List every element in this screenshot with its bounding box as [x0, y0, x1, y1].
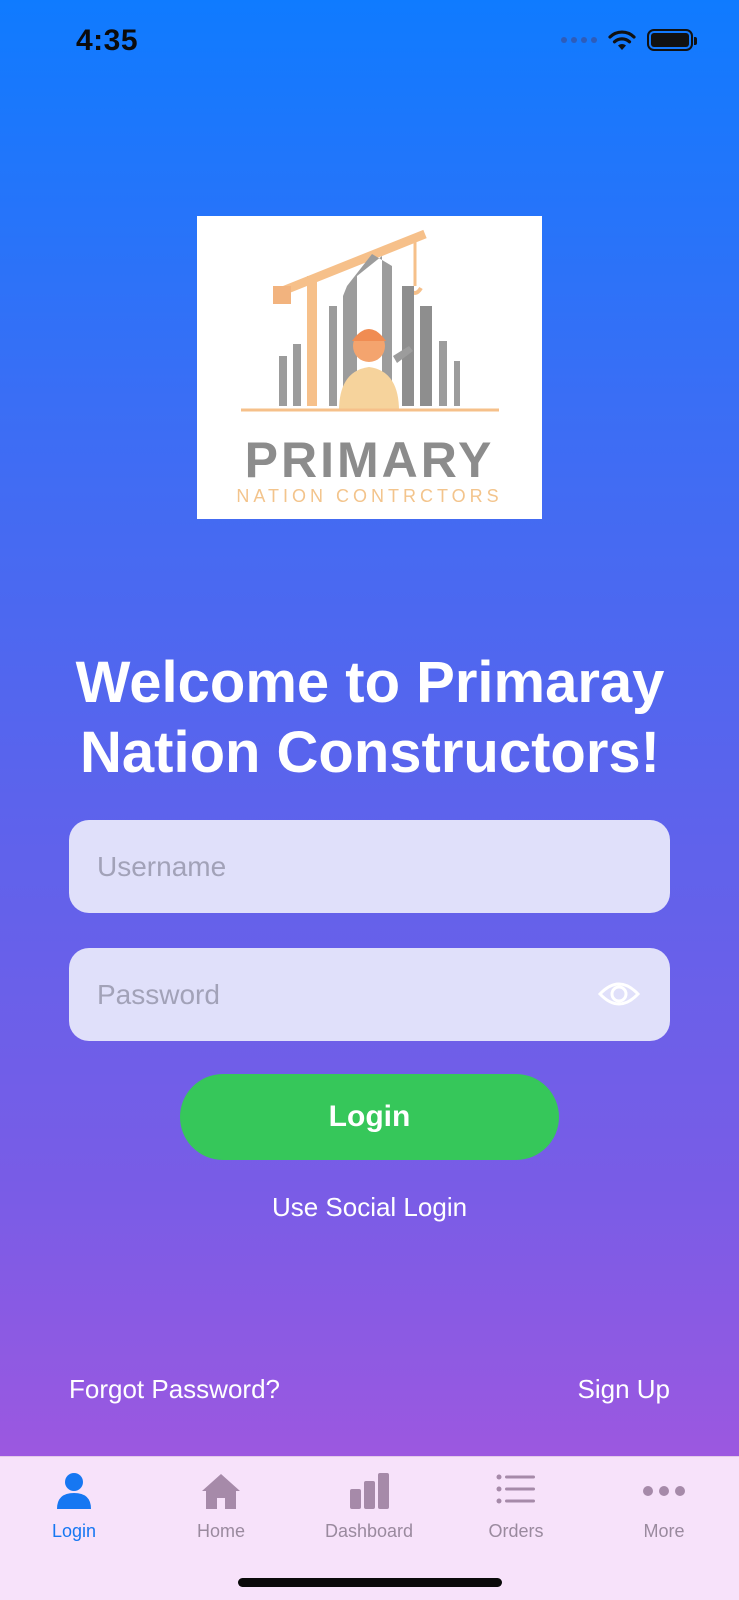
company-logo: PRIMARY NATION CONTRCTORS — [197, 216, 542, 519]
login-button[interactable]: Login — [180, 1074, 559, 1160]
eye-icon[interactable] — [598, 978, 640, 1010]
logo-tagline: NATION CONTRCTORS — [236, 486, 503, 506]
welcome-line-1: Welcome to Primaray — [75, 650, 665, 715]
tab-home[interactable]: Home — [161, 1469, 281, 1542]
tab-label: Home — [196, 1521, 245, 1541]
list-icon — [496, 1474, 535, 1504]
tab-more[interactable]: More — [604, 1469, 724, 1542]
battery-icon — [647, 29, 697, 51]
username-field[interactable] — [69, 820, 670, 913]
status-icons — [561, 28, 697, 52]
status-time: 4:35 — [76, 24, 139, 57]
password-input[interactable] — [69, 948, 670, 1041]
ellipsis-icon — [643, 1486, 685, 1496]
welcome-line-2: Nation Constructors! — [80, 720, 660, 785]
username-input[interactable] — [69, 820, 670, 913]
tab-login[interactable]: Login — [14, 1469, 134, 1542]
wifi-icon — [608, 30, 636, 50]
tab-label: Orders — [488, 1521, 544, 1541]
welcome-heading: Welcome to Primaray Nation Constructors! — [60, 648, 680, 788]
logo-wordmark: PRIMARY — [244, 432, 495, 488]
home-indicator — [238, 1578, 502, 1587]
tab-orders[interactable]: Orders — [456, 1469, 576, 1542]
construction-logo — [241, 229, 499, 412]
sign-up-link[interactable]: Sign Up — [578, 1374, 671, 1405]
signal-icon — [561, 37, 597, 43]
tab-label: Login — [51, 1521, 97, 1541]
forgot-password-link[interactable]: Forgot Password? — [69, 1374, 280, 1405]
status-bar: 4:35 — [0, 0, 739, 90]
house-icon — [202, 1474, 240, 1509]
social-login-link[interactable]: Use Social Login — [0, 1192, 739, 1223]
chart-icon — [350, 1473, 389, 1509]
password-field[interactable] — [69, 948, 670, 1041]
tab-label: More — [643, 1521, 685, 1541]
tab-dashboard[interactable]: Dashboard — [309, 1469, 429, 1542]
person-icon — [57, 1473, 91, 1509]
tab-label: Dashboard — [324, 1521, 414, 1541]
